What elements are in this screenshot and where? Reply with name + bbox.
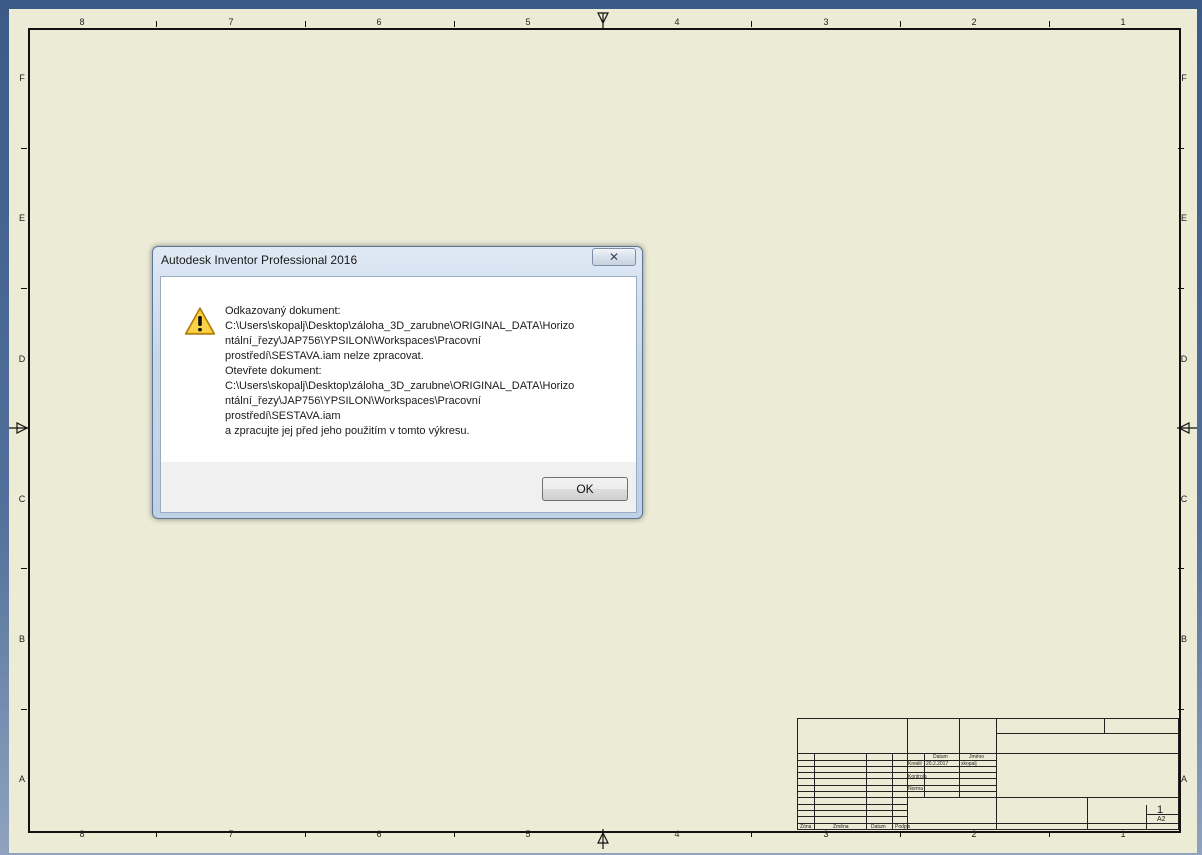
title-block-datum-label: Datum [933, 754, 948, 760]
row-label: E [18, 213, 25, 223]
title-block-kreslil-name: skopalj [961, 761, 977, 767]
message-line: C:\Users\skopalj\Desktop\záloha_3D_zarub… [225, 320, 575, 332]
column-label: 5 [525, 17, 531, 27]
column-label: 4 [674, 17, 680, 27]
column-label: 7 [228, 829, 234, 839]
column-label: 5 [525, 829, 531, 839]
title-block-podpis-label: Podpis [895, 824, 911, 830]
row-label: B [1180, 634, 1187, 644]
message-line: Odkazovaný dokument: [225, 305, 341, 317]
column-label: 3 [823, 17, 829, 27]
close-icon: ✕ [608, 250, 620, 264]
title-block-datum-label-2: Datum [871, 824, 886, 830]
title-block-zona-label: Zóna [800, 824, 812, 830]
column-label: 6 [376, 829, 382, 839]
column-label: 1 [1120, 17, 1126, 27]
message-line: prostředí\SESTAVA.iam nelze zpracovat. [225, 350, 424, 362]
row-label: F [19, 73, 25, 83]
title-block: Datum Jméno Kreslil 20.2.2017 skopalj Ko… [797, 718, 1179, 830]
sheet-format: A2 [1157, 816, 1166, 823]
column-label: 4 [674, 829, 680, 839]
close-button[interactable]: ✕ [592, 248, 636, 266]
message-line: Otevřete dokument: [225, 365, 322, 377]
row-label: D [18, 354, 26, 364]
message-line: a zpracujte jej před jeho použitím v tom… [225, 425, 470, 437]
column-label: 6 [376, 17, 382, 27]
error-dialog[interactable]: Autodesk Inventor Professional 2016 ✕ Od… [152, 246, 643, 519]
row-label: A [18, 774, 25, 784]
dialog-message: Odkazovaný dokument: C:\Users\skopalj\De… [225, 304, 615, 439]
column-label: 1 [1120, 829, 1126, 839]
left-center-arrow [16, 422, 29, 434]
row-label: D [1180, 354, 1188, 364]
column-label: 2 [971, 829, 977, 839]
dialog-body: Odkazovaný dokument: C:\Users\skopalj\De… [160, 276, 637, 513]
title-block-kreslil-date: 20.2.2017 [926, 761, 949, 767]
title-block-kontrola-label: Kontrola [908, 774, 927, 780]
row-label: E [1180, 213, 1187, 223]
ok-button[interactable]: OK [542, 477, 628, 501]
title-block-norma-label: Norma [908, 786, 924, 792]
row-label: C [18, 494, 26, 504]
column-label: 2 [971, 17, 977, 27]
title-block-kreslil-label: Kreslil [908, 761, 922, 767]
message-line: ntální_řezy\JAP756\YPSILON\Workspaces\Pr… [225, 335, 481, 347]
column-label: 8 [79, 829, 85, 839]
row-label: B [18, 634, 25, 644]
dialog-title: Autodesk Inventor Professional 2016 [161, 253, 358, 267]
title-block-jmeno-label: Jméno [969, 754, 985, 760]
message-line: C:\Users\skopalj\Desktop\záloha_3D_zarub… [225, 380, 575, 392]
column-label: 3 [823, 829, 829, 839]
top-center-arrow [597, 12, 609, 25]
sheet-number: 1 [1157, 804, 1164, 816]
bottom-center-arrow [597, 831, 609, 844]
warning-icon [184, 307, 216, 335]
column-label: 7 [228, 17, 234, 27]
row-label: C [1180, 494, 1188, 504]
title-block-zmena-label: Změna [833, 824, 849, 830]
row-label: F [1181, 73, 1187, 83]
column-label: 8 [79, 17, 85, 27]
message-line: prostředí\SESTAVA.iam [225, 410, 341, 422]
message-line: ntální_řezy\JAP756\YPSILON\Workspaces\Pr… [225, 395, 481, 407]
